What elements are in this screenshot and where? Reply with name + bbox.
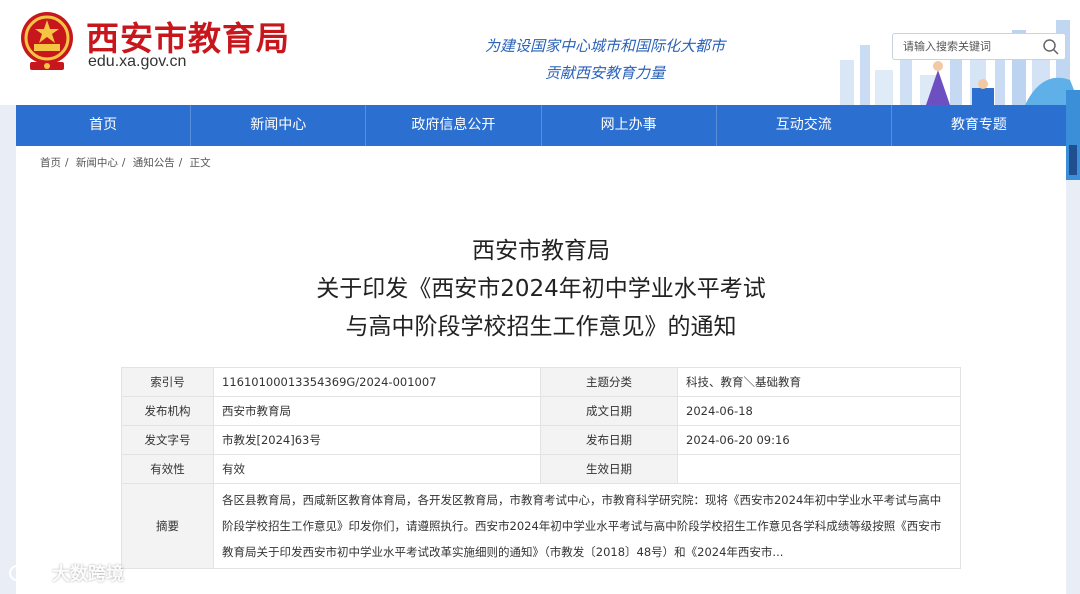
search-icon[interactable] xyxy=(1042,38,1060,56)
index-label: 索引号 xyxy=(121,367,214,397)
created-date-label: 成文日期 xyxy=(540,396,678,426)
effective-date-label: 生效日期 xyxy=(540,454,678,484)
search-box xyxy=(892,33,1066,60)
table-row: 发布机构 西安市教育局 成文日期 2024-06-18 xyxy=(121,396,961,426)
content-panel: 首页 / 新闻中心 / 通知公告 / 正文 西安市教育局 关于印发《西安市2024年初… xyxy=(16,146,1066,594)
nav-gov-info[interactable]: 政府信息公开 xyxy=(366,105,542,146)
title-line-3: 与高中阶段学校招生工作意见》的通知 xyxy=(345,314,737,340)
nav-online-services[interactable]: 网上办事 xyxy=(542,105,717,146)
side-decoration xyxy=(1066,90,1080,180)
topic-label: 主题分类 xyxy=(540,367,678,397)
title-line-1: 西安市教育局 xyxy=(472,238,610,264)
slogan-line-1: 为建设国家中心城市和国际化大都市 xyxy=(484,37,725,55)
nav-interaction[interactable]: 互动交流 xyxy=(717,105,892,146)
table-row: 发文字号 市教发[2024]63号 发布日期 2024-06-20 09:16 xyxy=(121,425,961,455)
watermark-logo-icon xyxy=(9,565,47,581)
nav-home[interactable]: 首页 xyxy=(16,105,192,146)
nav-news-center[interactable]: 新闻中心 xyxy=(191,105,367,146)
site-domain: edu.xa.gov.cn xyxy=(88,53,187,70)
national-emblem-icon xyxy=(21,12,73,70)
created-date-value: 2024-06-18 xyxy=(677,396,961,426)
breadcrumb-news-center[interactable]: 新闻中心 xyxy=(76,157,118,169)
slogan: 为建设国家中心城市和国际化大都市 贡献西安教育力量 xyxy=(470,33,740,87)
effective-date-value xyxy=(677,454,961,484)
breadcrumb-current: 正文 xyxy=(189,157,211,169)
table-row: 摘要 各区县教育局，西咸新区教育体育局，各开发区教育局，市教育考试中心，市教育科… xyxy=(121,483,961,569)
watermark: 大数跨境 xyxy=(8,560,124,586)
document-metadata-table: 索引号 11610100013354369G/2024-001007 主题分类 … xyxy=(121,367,961,569)
publisher-label: 发布机构 xyxy=(121,396,214,426)
nav-education-topics[interactable]: 教育专题 xyxy=(892,105,1066,146)
breadcrumb: 首页 / 新闻中心 / 通知公告 / 正文 xyxy=(40,157,211,169)
title-line-2: 关于印发《西安市2024年初中学业水平考试 xyxy=(316,276,766,302)
site-header: 西安市教育局 edu.xa.gov.cn 为建设国家中心城市和国际化大都市 贡献… xyxy=(0,0,1080,105)
validity-label: 有效性 xyxy=(121,454,214,484)
table-row: 有效性 有效 生效日期 xyxy=(121,454,961,484)
index-value: 11610100013354369G/2024-001007 xyxy=(213,367,541,397)
slogan-line-2: 贡献西安教育力量 xyxy=(544,64,665,82)
watermark-text: 大数跨境 xyxy=(52,564,124,585)
summary-value: 各区县教育局，西咸新区教育体育局，各开发区教育局，市教育考试中心，市教育科学研究… xyxy=(213,483,961,569)
published-date-label: 发布日期 xyxy=(540,425,678,455)
validity-value: 有效 xyxy=(213,454,541,484)
publisher-value: 西安市教育局 xyxy=(213,396,541,426)
breadcrumb-notices[interactable]: 通知公告 xyxy=(133,157,175,169)
breadcrumb-home[interactable]: 首页 xyxy=(40,157,61,169)
doc-number-value: 市教发[2024]63号 xyxy=(213,425,541,455)
published-date-value: 2024-06-20 09:16 xyxy=(677,425,961,455)
doc-number-label: 发文字号 xyxy=(121,425,214,455)
main-nav: 首页 新闻中心 政府信息公开 网上办事 互动交流 教育专题 xyxy=(16,105,1066,146)
summary-label: 摘要 xyxy=(121,483,214,569)
document-title: 西安市教育局 关于印发《西安市2024年初中学业水平考试 与高中阶段学校招生工作… xyxy=(16,232,1066,346)
search-input[interactable] xyxy=(893,34,1041,59)
table-row: 索引号 11610100013354369G/2024-001007 主题分类 … xyxy=(121,367,961,397)
topic-value: 科技、教育＼基础教育 xyxy=(677,367,961,397)
